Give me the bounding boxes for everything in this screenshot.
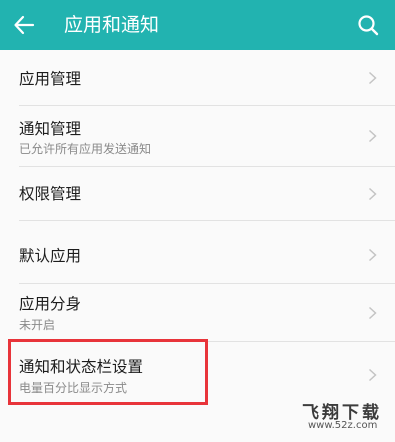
menu-item-subtitle: 电量百分比显示方式	[19, 381, 128, 395]
menu-item-app-management[interactable]: 应用管理	[0, 50, 395, 105]
chevron-right-icon	[368, 71, 377, 85]
menu-item-notification-management[interactable]: 通知管理 已允许所有应用发送通知	[0, 106, 395, 166]
watermark: 飞翔下载 www.52z.com	[298, 398, 393, 440]
menu-item-app-twin[interactable]: 应用分身 未开启	[0, 284, 395, 341]
chevron-right-icon	[368, 306, 377, 320]
chevron-right-icon	[368, 368, 377, 382]
divider	[19, 220, 395, 221]
menu-item-label: 通知和状态栏设置	[19, 358, 144, 376]
menu-item-label: 通知管理	[19, 120, 82, 138]
chevron-right-icon	[368, 187, 377, 201]
page-title: 应用和通知	[64, 14, 160, 36]
watermark-url: www.52z.com	[308, 420, 378, 431]
arrow-left-icon	[14, 15, 35, 35]
menu-item-subtitle: 未开启	[19, 318, 56, 332]
back-button[interactable]	[6, 7, 42, 43]
search-icon	[358, 15, 379, 36]
menu-item-subtitle: 已允许所有应用发送通知	[19, 142, 152, 156]
menu-item-label: 应用分身	[19, 295, 82, 313]
menu-item-label: 权限管理	[19, 185, 82, 203]
app-bar: 应用和通知	[0, 0, 395, 50]
menu-item-label: 默认应用	[19, 247, 82, 265]
menu-item-default-apps[interactable]: 默认应用	[0, 227, 395, 283]
menu-item-permission-management[interactable]: 权限管理	[0, 167, 395, 220]
menu-item-label: 应用管理	[19, 70, 82, 88]
chevron-right-icon	[368, 129, 377, 143]
menu-item-notification-statusbar-settings[interactable]: 通知和状态栏设置 电量百分比显示方式	[0, 342, 395, 404]
search-button[interactable]	[350, 7, 386, 43]
chevron-right-icon	[368, 248, 377, 262]
